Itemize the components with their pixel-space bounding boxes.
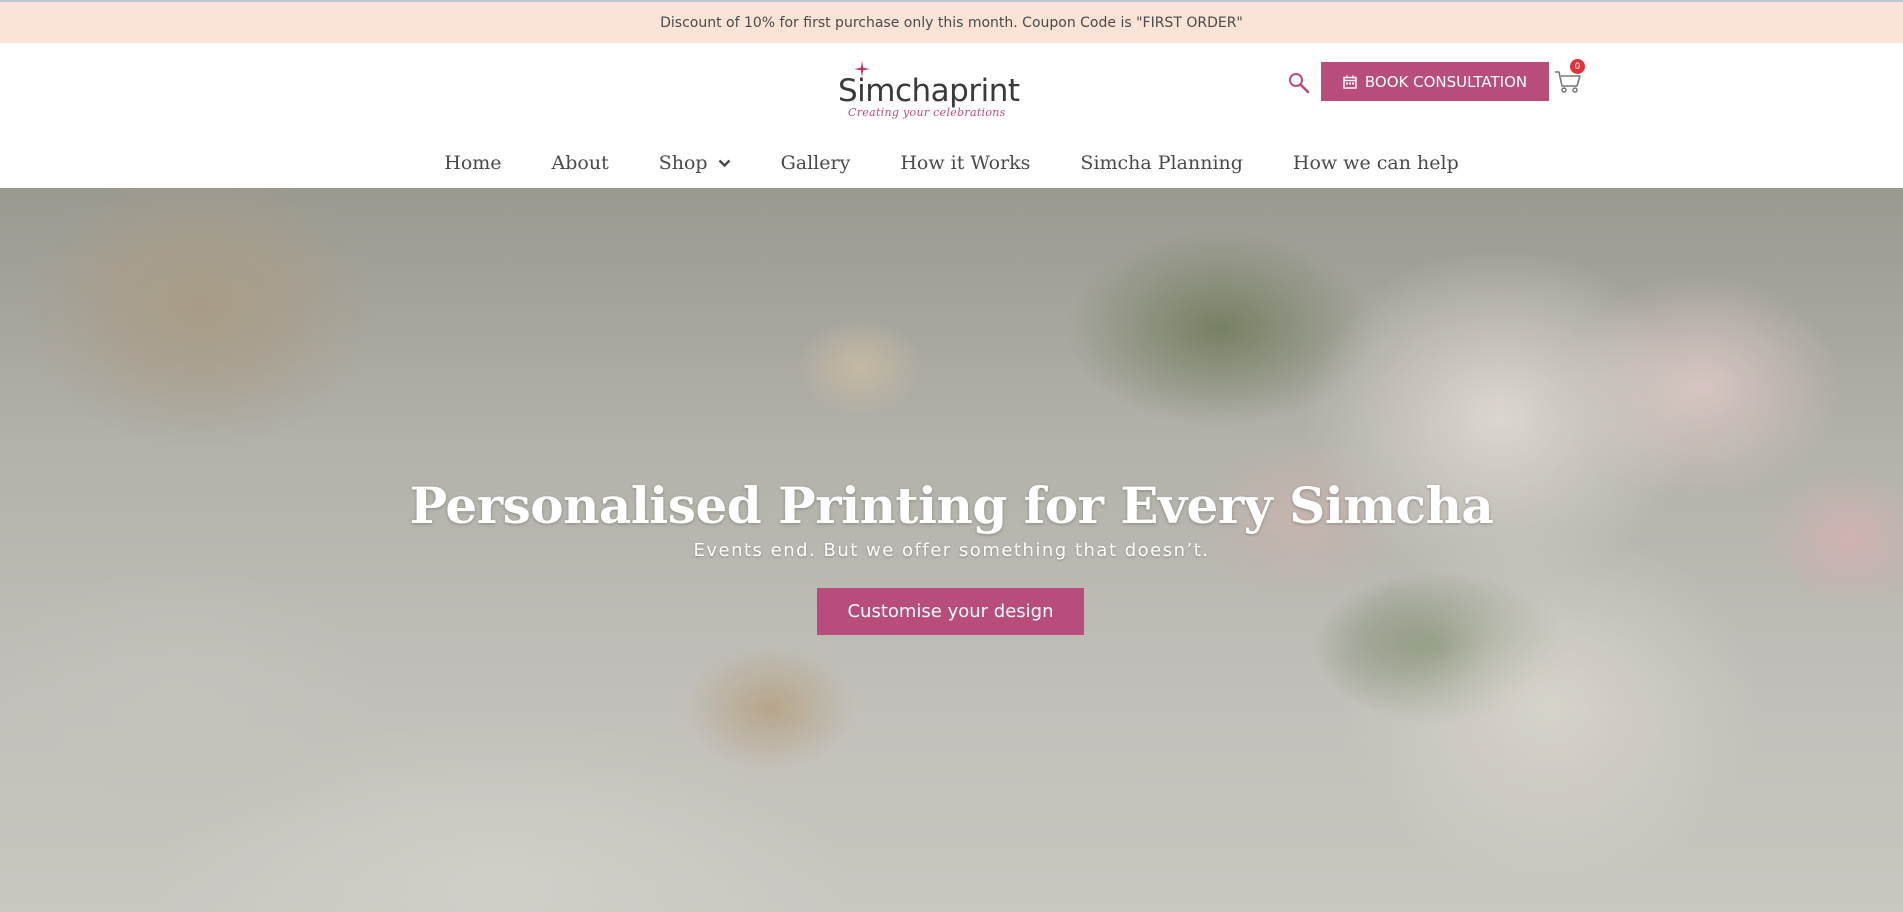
main-nav: Home About Shop Gallery How it Works Sim… — [0, 143, 1903, 183]
site-logo[interactable]: Simchaprint Creating your celebrations — [836, 61, 1020, 123]
cart-count-badge: 0 — [1570, 59, 1585, 74]
nav-item-label: How we can help — [1292, 152, 1459, 174]
nav-item-label: Home — [444, 152, 502, 174]
customise-design-button[interactable]: Customise your design — [817, 588, 1084, 635]
nav-item-home[interactable]: Home — [444, 152, 501, 174]
book-consultation-label: BOOK CONSULTATION — [1364, 72, 1528, 91]
announcement-bar: Discount of 10% for first purchase only … — [0, 0, 1903, 43]
site-header: Simchaprint Creating your celebrations B… — [0, 43, 1903, 188]
nav-item-label: Shop — [658, 152, 708, 174]
hero-banner: Personalised Printing for Every Simcha E… — [0, 188, 1903, 912]
book-consultation-button[interactable]: BOOK CONSULTATION — [1321, 62, 1549, 101]
announcement-text: Discount of 10% for first purchase only … — [660, 14, 1243, 31]
nav-item-label: How it Works — [900, 152, 1031, 174]
hero-subtitle: Events end. But we offer something that … — [693, 540, 1210, 561]
nav-item-label: Gallery — [780, 152, 851, 174]
nav-item-label: About — [551, 152, 609, 174]
nav-item-simcha-planning[interactable]: Simcha Planning — [1080, 152, 1243, 174]
nav-item-shop[interactable]: Shop — [659, 152, 731, 174]
logo-tagline: Creating your celebrations — [848, 106, 1006, 119]
search-icon[interactable] — [1288, 72, 1310, 94]
nav-item-label: Simcha Planning — [1080, 152, 1243, 174]
nav-item-about[interactable]: About — [552, 152, 609, 174]
logo-wordmark: Simchaprint — [838, 73, 1020, 109]
chevron-down-icon — [718, 159, 730, 167]
nav-item-how-it-works[interactable]: How it Works — [900, 152, 1030, 174]
nav-item-how-we-can-help[interactable]: How we can help — [1293, 152, 1459, 174]
nav-item-gallery[interactable]: Gallery — [781, 152, 851, 174]
calendar-icon — [1343, 75, 1357, 89]
hero-title: Personalised Printing for Every Simcha — [409, 476, 1494, 535]
